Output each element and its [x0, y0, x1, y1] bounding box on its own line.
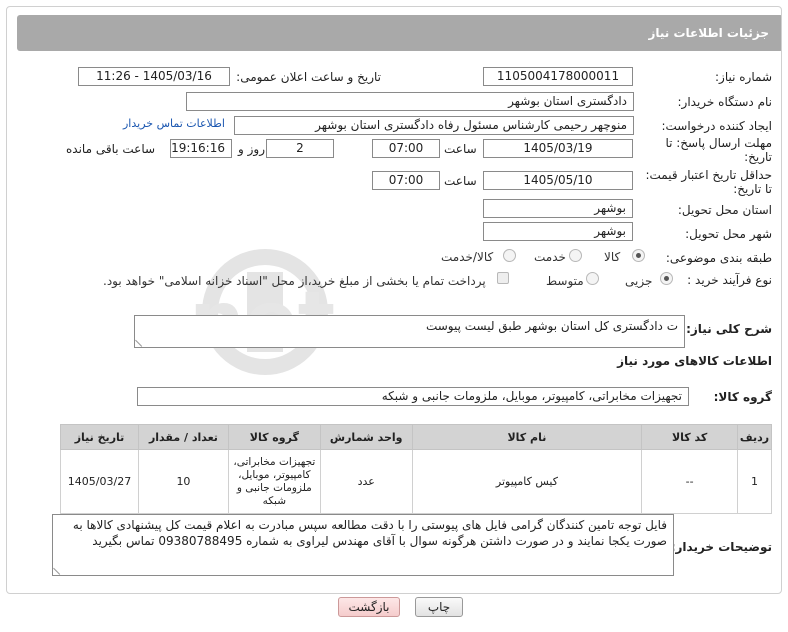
- process-label: نوع فرآیند خرید :: [687, 273, 772, 287]
- panel-title: جزئیات اطلاعات نیاز: [17, 15, 781, 51]
- buyer-notes-label: توضیحات خریدار:: [670, 540, 772, 554]
- creator-label: ایجاد کننده درخواست:: [661, 119, 772, 133]
- city-field: بوشهر: [483, 222, 633, 241]
- goods-section-title: اطلاعات کالاهای مورد نیاز: [617, 354, 772, 368]
- deadline-date-field: 1405/03/19: [483, 139, 633, 158]
- col-group: گروه کالا: [227, 424, 321, 450]
- cell-unit: عدد: [319, 449, 413, 514]
- summary-label: شرح کلی نیاز:: [686, 322, 772, 336]
- validity-time-label: ساعت: [444, 174, 477, 188]
- category-label: طبقه بندی موضوعی:: [665, 251, 772, 265]
- print-button[interactable]: چاپ: [415, 597, 463, 617]
- deadline-time-field: 07:00: [372, 139, 440, 158]
- days-field: 2: [266, 139, 334, 158]
- process-radio-medium[interactable]: [586, 272, 599, 285]
- category-option-service: خدمت: [534, 250, 566, 264]
- category-radio-goods[interactable]: [632, 249, 645, 262]
- process-option-medium: متوسط: [546, 274, 584, 288]
- col-code: کد کالا: [641, 424, 739, 450]
- col-name: نام کالا: [411, 424, 643, 450]
- resize-grip-icon[interactable]: [135, 334, 148, 347]
- validity-time-field: 07:00: [372, 171, 440, 190]
- remaining-time-field: 19:16:16: [170, 139, 232, 158]
- goods-group-field: تجهیزات مخابراتی، کامپیوتر، موبایل، ملزو…: [137, 387, 689, 406]
- buyer-notes-text: فایل توجه تامین کنندگان گرامی فایل های پ…: [72, 518, 667, 548]
- col-qty: تعداد / مقدار: [138, 424, 229, 450]
- category-option-goods: کالا: [604, 250, 621, 264]
- cell-name: کیس کامپیوتر: [411, 449, 643, 514]
- cell-row: 1: [737, 449, 772, 514]
- deadline-label-line2: تاریخ:: [744, 150, 772, 164]
- announce-label: تاریخ و ساعت اعلان عمومی:: [236, 70, 381, 84]
- need-number-label: شماره نیاز:: [715, 70, 772, 84]
- creator-field: منوچهر رحیمی کارشناس مسئول رفاه دادگستری…: [234, 116, 634, 135]
- col-date: تاریخ نیاز: [59, 424, 140, 450]
- buyer-org-label: نام دستگاه خریدار:: [677, 95, 773, 109]
- province-label: استان محل تحویل:: [677, 203, 772, 217]
- announce-field: 1405/03/16 - 11:26: [78, 67, 230, 86]
- process-radio-minor[interactable]: [660, 272, 673, 285]
- validity-label-line1: حداقل تاریخ اعتبار قیمت:: [645, 168, 772, 182]
- city-label: شهر محل تحویل:: [685, 227, 772, 241]
- cell-code: --: [641, 449, 739, 514]
- col-unit: واحد شمارش: [319, 424, 413, 450]
- province-field: بوشهر: [483, 199, 633, 218]
- goods-table: ردیف کد کالا نام کالا واحد شمارش گروه کا…: [59, 424, 772, 514]
- table-row: 1 -- کیس کامپیوتر عدد تجهیزات مخابراتی، …: [59, 449, 772, 514]
- deadline-time-label: ساعت: [444, 142, 477, 156]
- summary-text: ت دادگستری کل استان بوشهر طبق لیست پیوست: [425, 319, 678, 333]
- contact-buyer-link[interactable]: اطلاعات تماس خریدار: [123, 117, 225, 130]
- validity-date-field: 1405/05/10: [483, 171, 633, 190]
- buyer-notes-textarea: فایل توجه تامین کنندگان گرامی فایل های پ…: [52, 514, 674, 576]
- validity-label-line2: تا تاریخ:: [733, 182, 772, 196]
- cell-qty: 10: [138, 449, 229, 514]
- remaining-label: ساعت باقی مانده: [66, 142, 156, 156]
- process-note: پرداخت تمام یا بخشی از مبلغ خرید،از محل …: [103, 274, 486, 288]
- need-number-field: 1105004178000011: [483, 67, 633, 86]
- cell-group: تجهیزات مخابراتی، کامپیوتر، موبایل، ملزو…: [227, 449, 321, 514]
- process-option-minor: جزیی: [625, 274, 653, 288]
- deadline-label-line1: مهلت ارسال پاسخ: تا: [665, 136, 772, 150]
- goods-group-label: گروه کالا:: [713, 390, 772, 404]
- buyer-org-field: دادگستری استان بوشهر: [186, 92, 634, 111]
- summary-textarea: ت دادگستری کل استان بوشهر طبق لیست پیوست: [134, 315, 685, 348]
- back-button[interactable]: بازگشت: [338, 597, 400, 617]
- treasury-checkbox[interactable]: [497, 272, 509, 284]
- resize-grip-icon[interactable]: [53, 562, 66, 575]
- cell-date: 1405/03/27: [59, 449, 140, 514]
- category-option-goods-service: کالا/خدمت: [441, 250, 494, 264]
- category-radio-goods-service[interactable]: [503, 249, 516, 262]
- col-row: ردیف: [737, 424, 772, 450]
- category-radio-service[interactable]: [569, 249, 582, 262]
- days-label: روز و: [238, 142, 265, 156]
